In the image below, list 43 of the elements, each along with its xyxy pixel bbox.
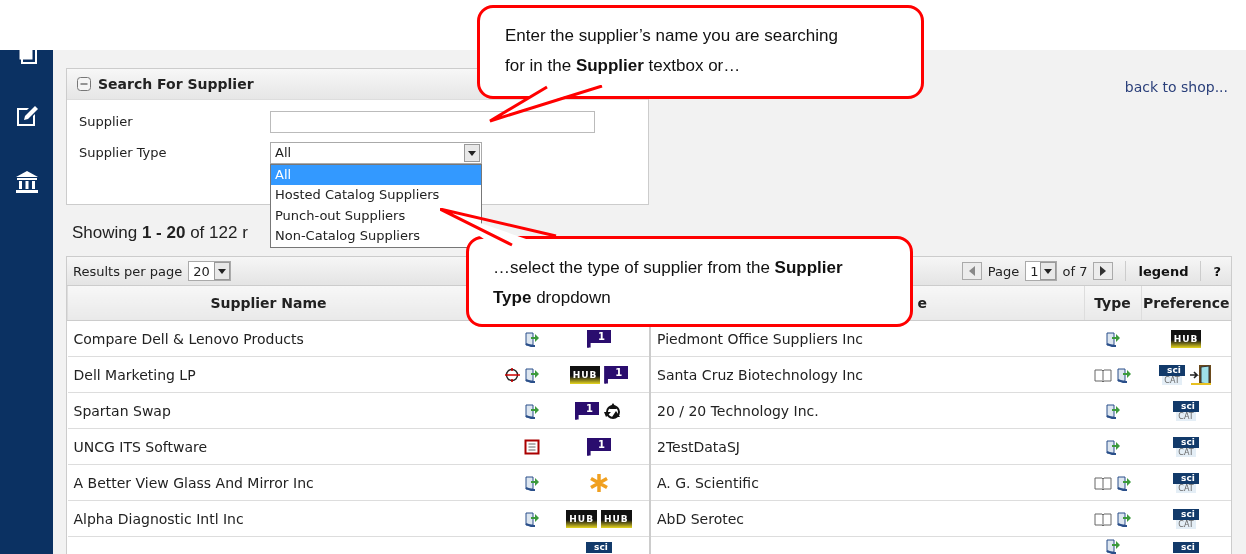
field-label: Supplier Type <box>79 145 168 160</box>
flag-badge: 1 <box>604 365 629 384</box>
page-total: of 7 <box>1062 263 1088 279</box>
sci-cat-badge: sci <box>1173 541 1199 553</box>
sci-cat-badge: sci <box>586 541 612 553</box>
legend-link[interactable]: legend <box>1138 263 1189 279</box>
supplier-name[interactable]: Spartan Swap <box>73 402 171 419</box>
column-header: Type <box>1094 295 1131 311</box>
supplier-name[interactable]: A. G. Scientific <box>657 474 759 491</box>
callout-text: …select the type of supplier from the Supplier Type dropdown <box>493 257 844 309</box>
column-header: Supplier Name <box>210 295 327 311</box>
panel-title: Search For Supplier <box>98 76 254 92</box>
per-page-select[interactable]: 20 <box>188 261 231 281</box>
column-header: e <box>917 295 927 311</box>
back-to-shop-link[interactable]: back to shop... <box>1124 79 1228 95</box>
supplier-name[interactable]: 20 / 20 Technology Inc. <box>657 402 819 419</box>
supplier-type-select[interactable]: All <box>270 141 482 164</box>
help-link[interactable]: ? <box>1213 263 1221 279</box>
page-label: Page <box>987 263 1020 279</box>
supplier-name[interactable]: Compare Dell & Lenovo Products <box>73 330 304 347</box>
supplier-name[interactable]: AbD Serotec <box>657 510 744 527</box>
supplier-name[interactable]: 2TestDataSJ <box>657 438 740 455</box>
supplier-name[interactable]: A Better View Glass And Mirror Inc <box>73 474 314 491</box>
supplier-name[interactable]: Alpha Diagnostic Intl Inc <box>73 510 244 527</box>
hub-badge: HUB <box>569 365 601 384</box>
flag-badge: 1 <box>587 329 611 348</box>
hub-badge: HUB <box>601 509 632 528</box>
column-header: Preference <box>1143 295 1230 311</box>
supplier-name[interactable]: UNCG ITS Software <box>73 438 208 455</box>
hub-badge: HUB <box>1170 329 1202 348</box>
page-select[interactable]: 1 <box>1025 261 1057 281</box>
field-label: Supplier <box>79 114 134 129</box>
results-summary: Showing 1 - 20 of 122 r <box>72 222 248 244</box>
supplier-name[interactable]: Santa Cruz Biotechnology Inc <box>657 366 863 383</box>
flag-badge: 1 <box>587 437 611 456</box>
flag-badge: 1 <box>575 401 599 420</box>
hub-badge: HUB <box>566 509 597 528</box>
results-per-page-label: Results per page <box>73 263 183 279</box>
callout-text: Enter the supplier’s name you are searching for in the Supplier textbox or… <box>505 25 839 77</box>
dropdown-option[interactable]: Hosted Catalog Suppliers <box>271 185 481 206</box>
supplier-name[interactable]: Piedmont Office Suppliers Inc <box>657 330 863 347</box>
dropdown-option[interactable]: Punch-out Suppliers <box>271 205 481 226</box>
supplier-name[interactable]: Dell Marketing LP <box>73 366 196 383</box>
